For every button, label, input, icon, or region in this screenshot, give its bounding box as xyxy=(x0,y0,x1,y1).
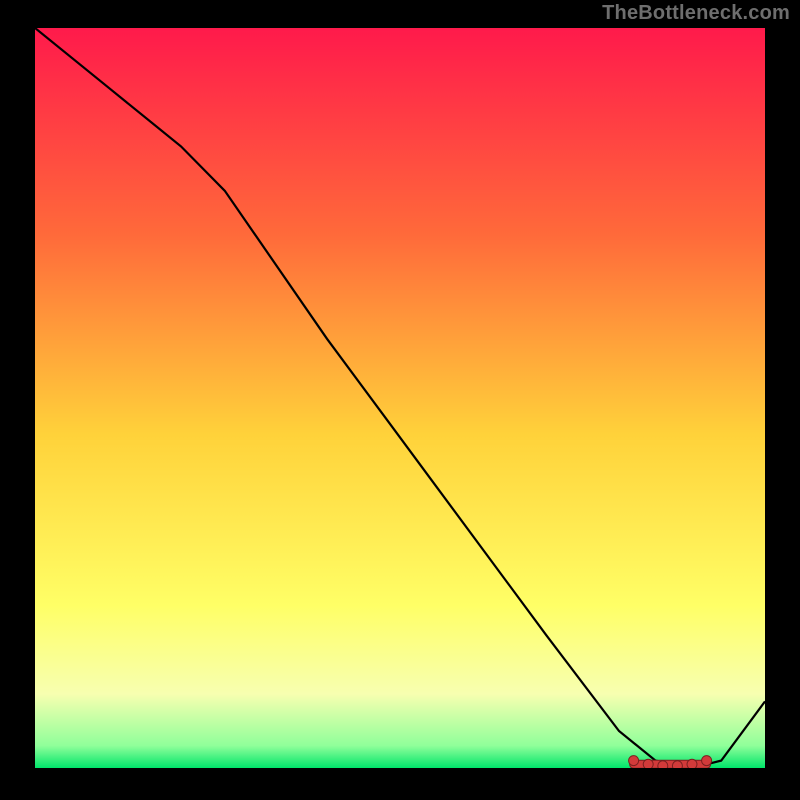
plot-area xyxy=(35,28,765,768)
gradient-background xyxy=(35,28,765,768)
recommended-region-dot xyxy=(658,761,668,768)
chart-svg xyxy=(35,28,765,768)
recommended-region-bar xyxy=(630,760,711,768)
attribution-label: TheBottleneck.com xyxy=(602,2,790,25)
recommended-region-dot xyxy=(702,756,712,766)
recommended-region-dot xyxy=(672,761,682,768)
recommended-region-dot xyxy=(687,759,697,768)
recommended-region-dot xyxy=(643,759,653,768)
chart-frame: TheBottleneck.com xyxy=(0,0,800,800)
recommended-region-dot xyxy=(629,756,639,766)
